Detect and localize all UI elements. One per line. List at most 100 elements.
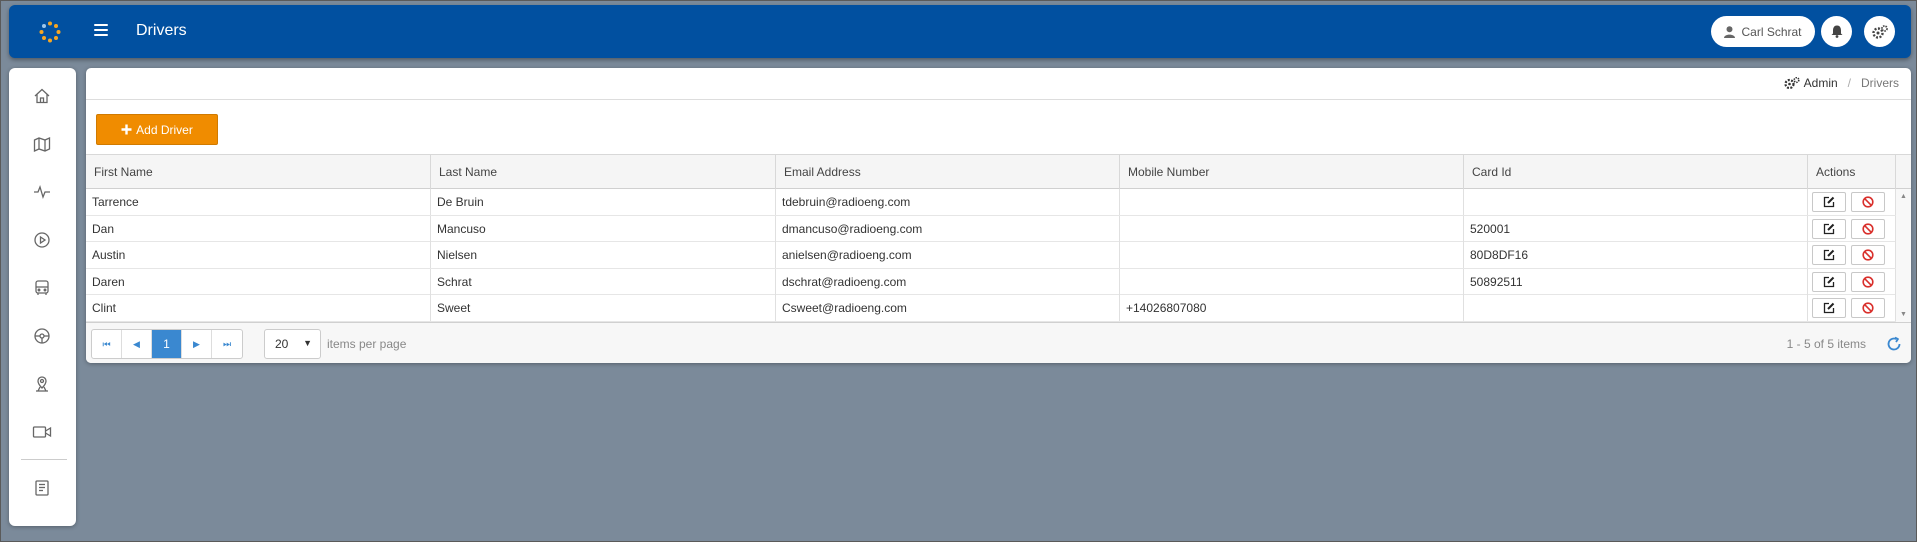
disable-button[interactable] <box>1851 192 1885 212</box>
cell-email: dschrat@radioeng.com <box>776 268 1120 295</box>
column-header-email[interactable]: Email Address <box>776 155 1120 189</box>
hamburger-menu-icon[interactable] <box>94 24 108 38</box>
user-icon <box>1724 25 1736 38</box>
sidebar-item-activity[interactable] <box>30 180 54 204</box>
cell-email: tdebruin@radioeng.com <box>776 189 1120 215</box>
edit-icon <box>1823 196 1835 208</box>
disable-button[interactable] <box>1851 271 1885 292</box>
previous-page-icon: ◀ <box>133 338 140 349</box>
disable-button[interactable] <box>1851 245 1885 265</box>
cell-first-name: Dan <box>86 215 431 242</box>
sidebar-item-map[interactable] <box>30 132 54 156</box>
cell-actions <box>1808 268 1896 295</box>
add-driver-button[interactable]: Add Driver <box>96 114 218 145</box>
cell-card-id <box>1464 189 1808 215</box>
column-header-mobile[interactable]: Mobile Number <box>1120 155 1464 189</box>
table-row[interactable]: Clint Sweet Csweet@radioeng.com +1402680… <box>86 295 1896 322</box>
pager-info: 1 - 5 of 5 items <box>1786 337 1866 351</box>
sidebar-item-vehicles[interactable] <box>30 276 54 300</box>
cell-card-id: 50892511 <box>1464 268 1808 295</box>
table-row[interactable]: Tarrence De Bruin tdebruin@radioeng.com <box>86 189 1896 216</box>
edit-button[interactable] <box>1812 245 1846 265</box>
notifications-button[interactable] <box>1821 16 1852 47</box>
refresh-icon[interactable] <box>1885 335 1903 353</box>
edit-button[interactable] <box>1812 271 1846 292</box>
next-page-button[interactable]: ▶ <box>182 330 212 358</box>
cell-last-name: De Bruin <box>431 189 776 215</box>
top-bar: Drivers Carl Schrat <box>9 5 1911 58</box>
edit-button[interactable] <box>1812 218 1846 239</box>
ban-icon <box>1862 249 1874 261</box>
cell-last-name: Mancuso <box>431 215 776 242</box>
bell-icon <box>1831 25 1842 38</box>
first-page-icon: ⏮ <box>102 338 111 349</box>
plus-icon <box>121 124 132 135</box>
previous-page-button[interactable]: ◀ <box>122 330 152 358</box>
disable-button[interactable] <box>1851 218 1885 239</box>
sidebar-item-home[interactable] <box>30 84 54 108</box>
cell-card-id <box>1464 295 1808 321</box>
sidebar-item-reports[interactable] <box>30 476 54 500</box>
drivers-grid: First Name Last Name Email Address Mobil… <box>86 154 1911 363</box>
activity-icon <box>34 185 50 199</box>
cell-mobile: +14026807080 <box>1120 295 1464 321</box>
caret-down-icon: ▼ <box>303 338 312 348</box>
sidebar <box>9 68 76 526</box>
cell-email: Csweet@radioeng.com <box>776 295 1120 321</box>
cell-actions <box>1808 215 1896 242</box>
page-size-value: 20 <box>275 337 289 351</box>
book-icon <box>35 480 49 496</box>
column-header-first-name[interactable]: First Name <box>86 155 431 189</box>
breadcrumb-admin-link[interactable]: Admin <box>1804 76 1838 90</box>
cell-mobile <box>1120 189 1464 215</box>
edit-button[interactable] <box>1812 192 1846 212</box>
ban-icon <box>1862 302 1874 314</box>
disable-button[interactable] <box>1851 298 1885 318</box>
page-title: Drivers <box>136 22 187 39</box>
user-menu-button[interactable]: Carl Schrat <box>1711 16 1815 47</box>
sidebar-item-locations[interactable] <box>30 372 54 396</box>
video-camera-icon <box>32 426 52 438</box>
cell-mobile <box>1120 215 1464 242</box>
scroll-down-icon[interactable]: ▼ <box>1900 311 1907 318</box>
add-driver-label: Add Driver <box>136 122 193 137</box>
sidebar-item-video[interactable] <box>30 420 54 444</box>
first-page-button[interactable]: ⏮ <box>92 330 122 358</box>
play-icon <box>34 232 50 248</box>
last-page-icon: ⏭ <box>222 338 232 349</box>
location-pin-icon <box>36 376 48 392</box>
gears-icon <box>1871 24 1888 39</box>
last-page-button[interactable]: ⏭ <box>212 330 242 358</box>
breadcrumb-current: Drivers <box>1861 76 1899 90</box>
sidebar-item-drivers[interactable] <box>30 324 54 348</box>
page-number-button[interactable]: 1 <box>152 330 182 358</box>
header-scroll-gutter <box>1896 155 1911 189</box>
cell-actions <box>1808 242 1896 268</box>
bus-icon <box>35 280 49 295</box>
cell-mobile <box>1120 268 1464 295</box>
edit-icon <box>1823 223 1835 234</box>
edit-icon <box>1823 249 1835 261</box>
column-header-actions: Actions <box>1808 155 1896 189</box>
next-page-icon: ▶ <box>193 338 200 349</box>
table-row[interactable]: Daren Schrat dschrat@radioeng.com 508925… <box>86 268 1896 295</box>
edit-button[interactable] <box>1812 298 1846 318</box>
cell-first-name: Austin <box>86 242 431 268</box>
logo-icon[interactable] <box>39 21 61 43</box>
ban-icon <box>1862 222 1874 235</box>
edit-icon <box>1823 276 1835 287</box>
cell-actions <box>1808 295 1896 321</box>
sidebar-item-playback[interactable] <box>30 228 54 252</box>
table-row[interactable]: Austin Nielsen anielsen@radioeng.com 80D… <box>86 242 1896 269</box>
pager-buttons: ⏮ ◀ 1 ▶ ⏭ <box>91 329 243 359</box>
cell-card-id: 520001 <box>1464 215 1808 242</box>
settings-button[interactable] <box>1864 16 1895 47</box>
scroll-up-icon[interactable]: ▲ <box>1900 193 1907 200</box>
cell-email: anielsen@radioeng.com <box>776 242 1120 268</box>
column-header-last-name[interactable]: Last Name <box>431 155 776 189</box>
table-row[interactable]: Dan Mancuso dmancuso@radioeng.com 520001 <box>86 215 1896 242</box>
column-header-card-id[interactable]: Card Id <box>1464 155 1808 189</box>
cell-first-name: Daren <box>86 268 431 295</box>
vertical-scrollbar[interactable]: ▲ ▼ <box>1896 189 1911 322</box>
page-size-select[interactable]: 20 ▼ <box>264 329 321 359</box>
